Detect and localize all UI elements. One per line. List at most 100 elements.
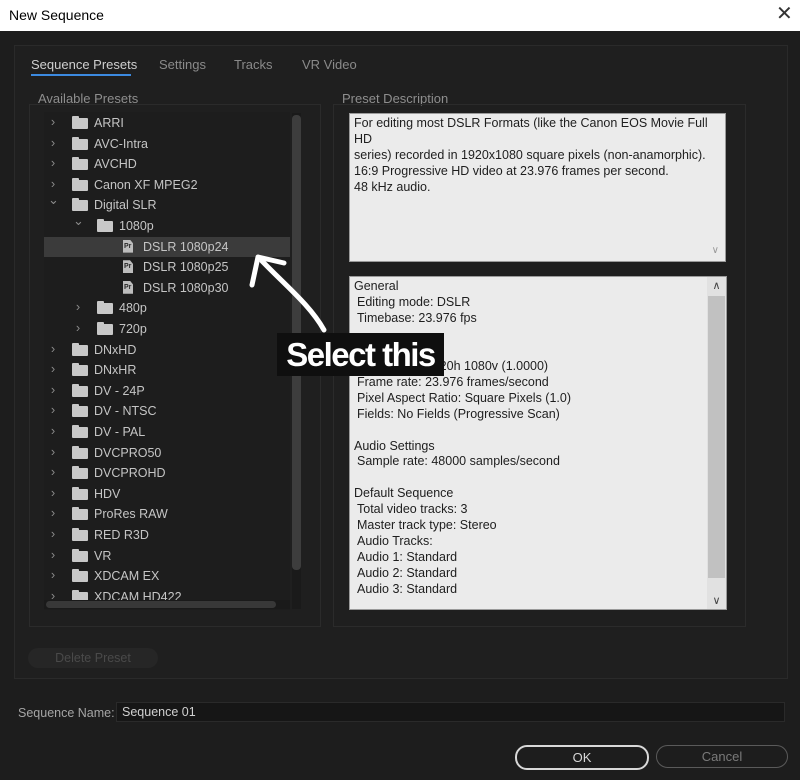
folder-icon [72,486,88,500]
chevron-right-icon[interactable]: › [48,526,58,541]
preset-folder-item[interactable]: › AVC-Intra [44,134,290,154]
chevron-right-icon[interactable]: › [48,176,58,191]
preset-horizontal-scroll-thumb[interactable] [46,601,276,608]
chevron-right-icon[interactable]: › [48,402,58,417]
scroll-down-icon[interactable]: ∨ [712,243,719,259]
preset-folder-item[interactable]: › DV - NTSC [44,401,290,421]
preset-item-label: Canon XF MPEG2 [94,177,198,192]
scroll-up-icon[interactable]: ∧ [707,279,726,292]
folder-icon [72,548,88,562]
preset-folder-item[interactable]: ⌄ 1080p [44,213,290,236]
folder-icon [72,157,88,171]
window-title: New Sequence [9,7,104,23]
chevron-right-icon[interactable]: › [48,135,58,150]
folder-icon [72,342,88,356]
chevron-right-icon[interactable]: › [48,485,58,500]
chevron-right-icon[interactable]: › [73,320,83,335]
folder-icon [72,425,88,438]
preset-file-icon: Pr [123,260,133,274]
chevron-right-icon[interactable]: › [48,341,58,356]
preset-folder-item[interactable]: › ProRes RAW [44,504,290,524]
close-icon[interactable]: ✕ [776,3,793,25]
chevron-right-icon[interactable]: › [48,567,58,582]
chevron-right-icon[interactable]: › [48,114,58,129]
chevron-right-icon[interactable]: › [48,361,58,376]
chevron-right-icon[interactable]: › [48,423,58,438]
folder-icon [97,322,113,335]
chevron-right-icon[interactable]: › [48,505,58,520]
settings-summary-line: Audio 3: Standard [357,582,458,597]
folder-icon [72,507,88,521]
chevron-right-icon[interactable]: › [48,464,58,479]
chevron-down-icon[interactable]: ⌄ [48,192,59,208]
preset-folder-item[interactable]: › DV - PAL [44,422,290,442]
tab-vr-video[interactable]: VR Video [302,57,357,72]
folder-icon [97,219,113,232]
settings-summary-line: Pixel Aspect Ratio: Square Pixels (1.0) [357,390,571,405]
sequence-name-input[interactable] [116,702,785,722]
preset-folder-item[interactable]: › AVCHD [44,154,290,174]
chevron-right-icon[interactable]: › [48,547,58,562]
preset-item-label: VR [94,548,112,563]
preset-folder-item[interactable]: › RED R3D [44,525,290,545]
chevron-right-icon[interactable]: › [48,444,58,459]
settings-summary-line: Total video tracks: 3 [357,502,468,517]
annotation-label: Select this [277,333,444,376]
preset-item-label: 1080p [119,219,154,233]
preset-item-label: Digital SLR [94,198,157,213]
chevron-right-icon[interactable]: › [48,382,58,397]
preset-item-label: DSLR 1080p25 [143,260,229,275]
preset-item-label: DNxHD [94,342,137,357]
tab-tracks[interactable]: Tracks [234,57,273,72]
scroll-down-icon[interactable]: ∨ [707,594,726,607]
annotation-arrow [249,254,327,333]
chevron-right-icon[interactable]: › [48,155,58,170]
preset-item-label: DVCPROHD [94,466,166,481]
folder-icon [72,569,88,583]
preset-folder-item[interactable]: › VR [44,546,290,566]
preset-item-label: AVC-Intra [94,136,148,151]
preset-file-icon: Pr [123,280,133,294]
preset-folder-item[interactable]: › XDCAM EX [44,566,290,586]
folder-icon [72,177,88,191]
preset-folder-item[interactable]: › HDV [44,484,290,504]
preset-item-label: ARRI [94,116,124,130]
preset-item-label: AVCHD [94,157,137,172]
settings-summary-line: Audio 2: Standard [357,566,458,581]
sequence-name-label: Sequence Name: [18,706,115,720]
preset-description-box: For editing most DSLR Formats (like the … [349,113,726,262]
folder-icon [72,528,88,541]
settings-summary-line: Timebase: 23.976 fps [357,310,477,325]
file-badge-text: Pr [124,263,132,271]
preset-folder-item[interactable]: › DNxHR [44,360,290,380]
folder-icon [97,301,113,315]
cancel-button[interactable]: Cancel [656,745,788,768]
chevron-right-icon[interactable]: › [73,299,83,314]
preset-folder-item[interactable]: › DV - 24P [44,381,290,401]
folder-icon [72,363,88,377]
file-badge-text: Pr [124,283,132,291]
settings-summary-line: General [354,279,399,293]
description-line: series) recorded in 1920x1080 square pix… [354,148,706,162]
preset-item-label: XDCAM EX [94,569,160,584]
folder-icon [72,136,88,150]
settings-scroll-thumb[interactable] [708,296,725,578]
ok-button[interactable]: OK [515,745,649,770]
active-tab-indicator [31,74,131,76]
settings-summary-line: Frame rate: 23.976 frames/second [357,374,549,389]
delete-preset-button[interactable]: Delete Preset [28,648,158,668]
chevron-down-icon[interactable]: ⌄ [73,213,84,229]
settings-summary-line: Audio Tracks: [357,534,433,549]
folder-icon [72,445,88,459]
folder-icon [72,404,88,418]
tab-sequence-presets[interactable]: Sequence Presets [31,57,137,72]
description-line: 48 kHz audio. [354,180,431,194]
tab-settings[interactable]: Settings [159,57,206,72]
preset-file-icon: Pr [123,239,133,253]
preset-folder-item[interactable]: › DVCPROHD [44,463,290,483]
preset-folder-item[interactable]: › DVCPRO50 [44,443,290,463]
description-line: For editing most DSLR Formats (like the … [354,116,708,146]
preset-tree[interactable]: › ARRI › AVC-Intra › AVCHD › Canon XF MPEG2 ⌄ Dig… [44,112,290,610]
preset-folder-item[interactable]: › ARRI [44,113,290,133]
preset-folder-item[interactable]: › Canon XF MPEG2 [44,175,290,195]
